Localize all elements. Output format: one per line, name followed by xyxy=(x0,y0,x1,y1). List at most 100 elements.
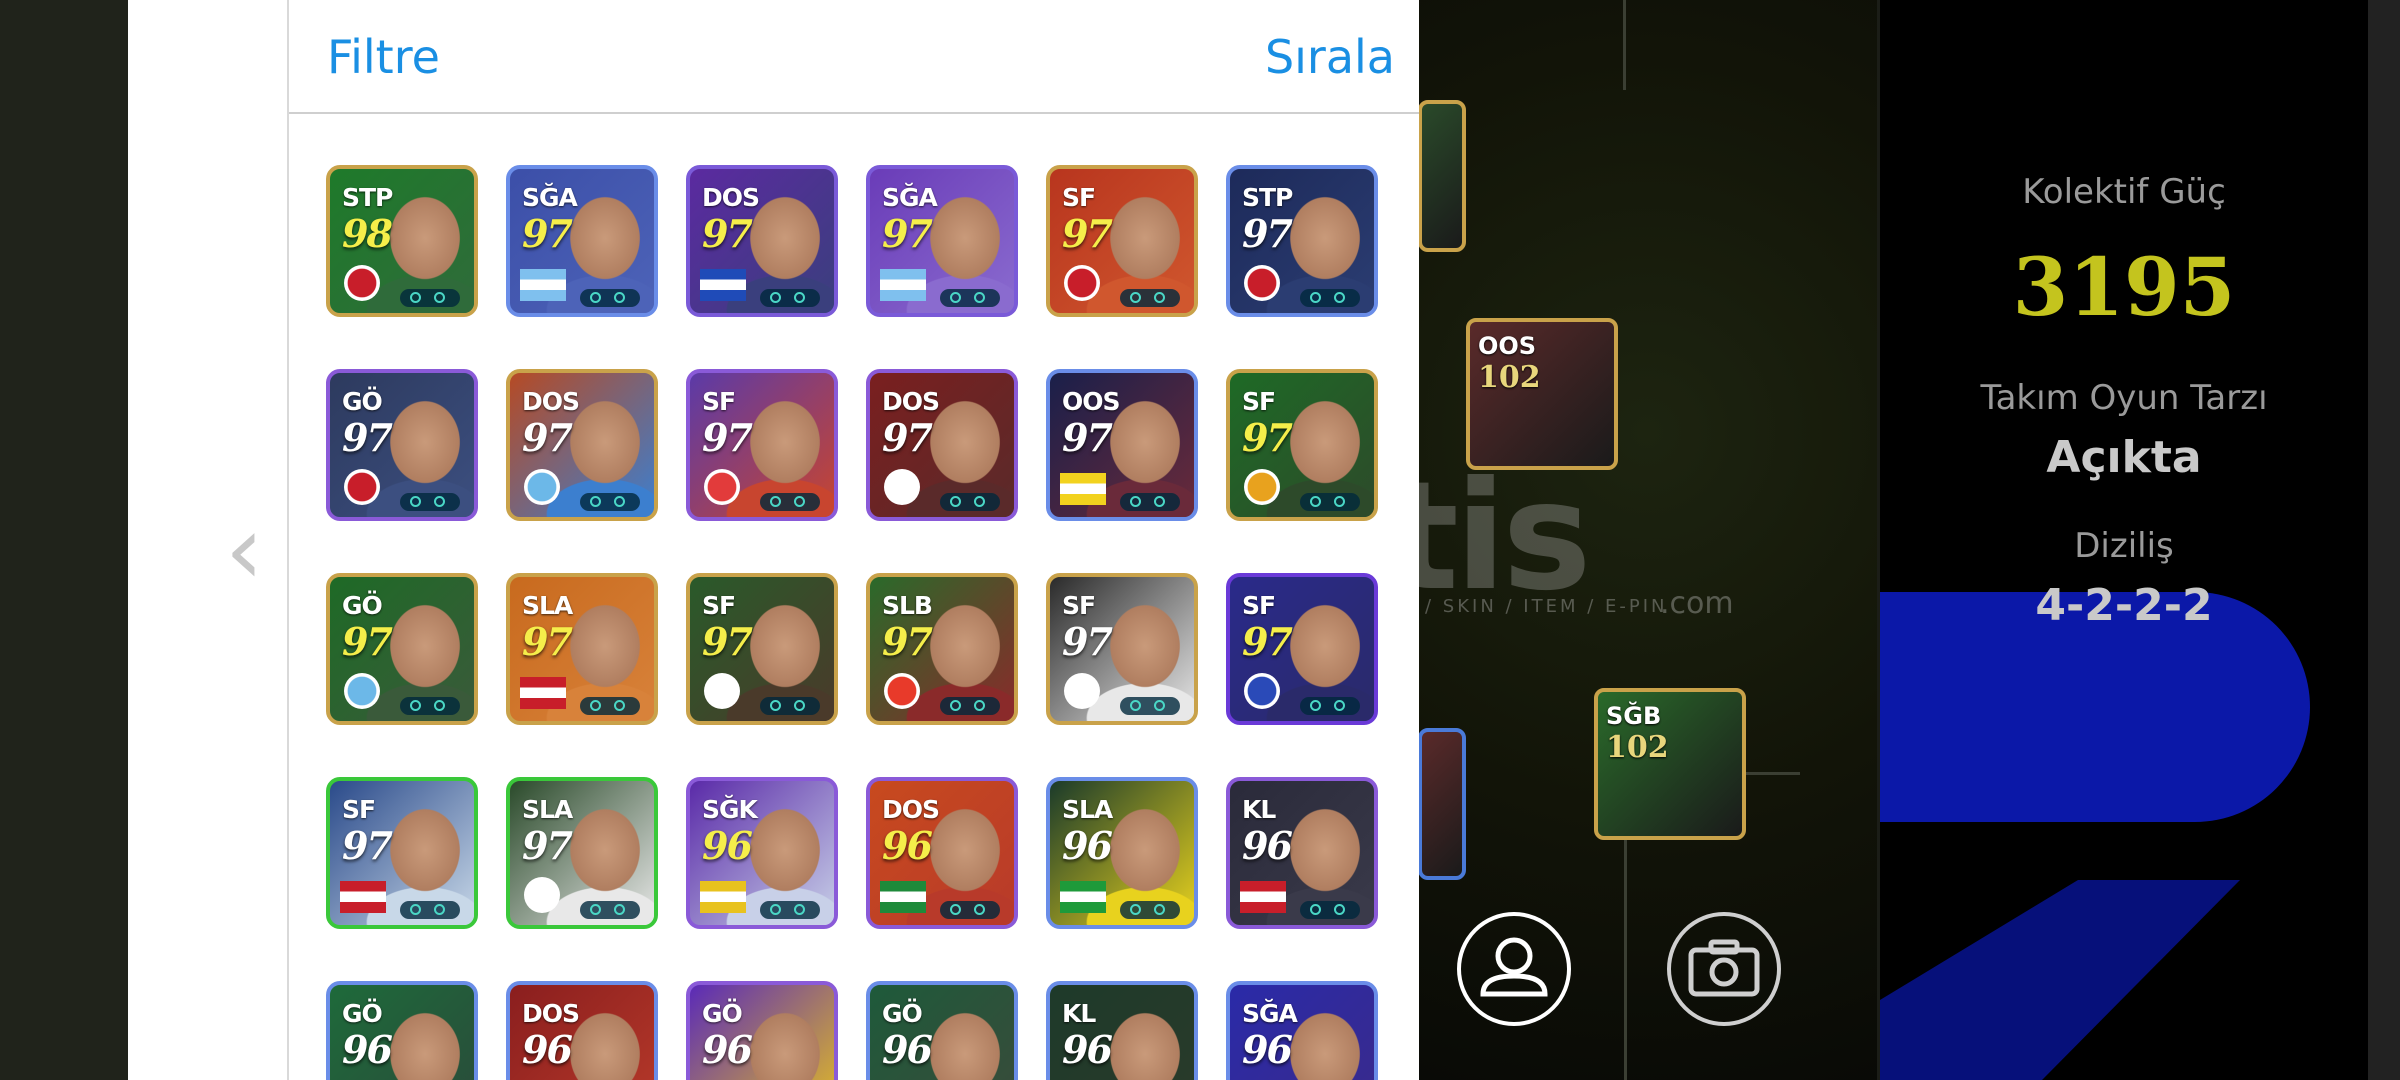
player-position: SLA xyxy=(522,591,573,620)
player-card[interactable]: GÖ 97 xyxy=(326,369,478,521)
nation-flag-icon xyxy=(520,269,566,301)
nation-flag-icon xyxy=(700,881,746,913)
collective-power-label: Kolektif Güç xyxy=(2022,172,2226,212)
club-badge-icon xyxy=(1244,469,1280,505)
player-card[interactable]: SĞA 96 xyxy=(1226,981,1378,1080)
player-position: KL xyxy=(1062,999,1096,1028)
player-card[interactable]: GÖ 96 xyxy=(866,981,1018,1080)
player-card[interactable]: KL 96 xyxy=(1046,981,1198,1080)
card-skill-icon xyxy=(1120,901,1180,919)
card-skill-icon xyxy=(760,697,820,715)
player-card[interactable]: SF 97 xyxy=(1226,369,1378,521)
player-position: SF xyxy=(702,591,736,620)
player-rating: 97 xyxy=(1062,619,1113,664)
card-skill-icon xyxy=(760,901,820,919)
player-card[interactable]: GÖ 96 xyxy=(326,981,478,1080)
player-card[interactable]: SĞA 97 xyxy=(866,165,1018,317)
player-card[interactable]: SLB 97 xyxy=(866,573,1018,725)
player-rating: 97 xyxy=(1062,211,1113,256)
player-rating: 97 xyxy=(1242,619,1293,664)
club-badge-icon xyxy=(704,469,740,505)
player-position: SF xyxy=(1062,183,1096,212)
player-card[interactable]: DOS 97 xyxy=(866,369,1018,521)
back-chevron-icon[interactable]: ‹ xyxy=(225,500,275,600)
card-skill-icon xyxy=(400,493,460,511)
player-card[interactable]: KL 96 xyxy=(1226,777,1378,929)
player-rating: 96 xyxy=(1242,823,1293,868)
player-card[interactable]: OOS 97 xyxy=(1046,369,1198,521)
profile-button[interactable] xyxy=(1457,912,1571,1026)
formation-player-card[interactable]: SĞB 102 xyxy=(1594,688,1746,840)
player-card[interactable]: DOS 96 xyxy=(866,777,1018,929)
formation-player-card[interactable] xyxy=(1418,100,1466,252)
player-card[interactable]: SĞK 96 xyxy=(686,777,838,929)
team-style-label: Takım Oyun Tarzı xyxy=(1980,378,2268,418)
player-card[interactable]: STP 98 xyxy=(326,165,478,317)
formation-label: Diziliş xyxy=(2074,526,2174,566)
player-card[interactable]: SF 97 xyxy=(1046,573,1198,725)
nation-flag-icon xyxy=(880,881,926,913)
club-badge-icon xyxy=(524,469,560,505)
player-rating: 97 xyxy=(702,619,753,664)
player-card[interactable]: SF 97 xyxy=(326,777,478,929)
card-skill-icon xyxy=(940,493,1000,511)
player-position: STP xyxy=(342,183,393,212)
nation-flag-icon xyxy=(1060,881,1106,913)
card-skill-icon xyxy=(580,289,640,307)
player-position: DOS xyxy=(882,387,940,416)
card-skill-icon xyxy=(760,289,820,307)
player-rating: 96 xyxy=(882,823,933,868)
player-position: OOS xyxy=(1062,387,1121,416)
player-card[interactable]: SĞA 97 xyxy=(506,165,658,317)
card-skill-icon xyxy=(1300,289,1360,307)
player-position: GÖ xyxy=(342,387,383,416)
player-rating: 97 xyxy=(522,211,573,256)
player-rating: 98 xyxy=(342,211,393,256)
sort-button[interactable]: Sırala xyxy=(1265,30,1395,84)
player-card[interactable]: GÖ 96 xyxy=(686,981,838,1080)
club-badge-icon xyxy=(704,673,740,709)
player-card[interactable]: SLA 97 xyxy=(506,573,658,725)
player-position: KL xyxy=(1242,795,1276,824)
card-skill-icon xyxy=(400,697,460,715)
formation-value: 4-2-2-2 xyxy=(2035,580,2213,631)
player-position: DOS xyxy=(702,183,760,212)
player-rating: 96 xyxy=(1062,823,1113,868)
player-card[interactable]: SF 97 xyxy=(686,369,838,521)
watermark-domain: .com xyxy=(1660,586,1734,621)
card-skill-icon xyxy=(1300,901,1360,919)
player-card[interactable]: DOS 97 xyxy=(686,165,838,317)
player-rating: 102 xyxy=(1606,730,1669,765)
player-card[interactable]: STP 97 xyxy=(1226,165,1378,317)
card-skill-icon xyxy=(760,493,820,511)
player-position: SĞA xyxy=(882,183,938,212)
card-skill-icon xyxy=(940,289,1000,307)
player-card[interactable]: SLA 96 xyxy=(1046,777,1198,929)
player-card[interactable]: SLA 97 xyxy=(506,777,658,929)
player-position: SF xyxy=(702,387,736,416)
filter-button[interactable]: Filtre xyxy=(327,30,440,84)
player-rating: 96 xyxy=(882,1027,933,1072)
player-rating: 96 xyxy=(702,1027,753,1072)
player-rating: 96 xyxy=(342,1027,393,1072)
formation-player-card[interactable]: OOS 102 xyxy=(1466,318,1618,470)
player-position: GÖ xyxy=(342,591,383,620)
player-rating: 97 xyxy=(882,211,933,256)
player-position: DOS xyxy=(522,999,580,1028)
nation-flag-icon xyxy=(1060,473,1106,505)
player-card[interactable]: DOS 97 xyxy=(506,369,658,521)
player-card[interactable]: SF 97 xyxy=(1226,573,1378,725)
card-skill-icon xyxy=(1120,493,1180,511)
formation-player-card[interactable] xyxy=(1418,728,1466,880)
player-card[interactable]: GÖ 97 xyxy=(326,573,478,725)
right-gutter xyxy=(2368,0,2400,1080)
player-card[interactable]: DOS 96 xyxy=(506,981,658,1080)
player-card[interactable]: SF 97 xyxy=(686,573,838,725)
person-icon xyxy=(1480,937,1548,997)
player-card[interactable]: SF 97 xyxy=(1046,165,1198,317)
player-position: SĞB xyxy=(1606,702,1662,730)
camera-button[interactable] xyxy=(1667,912,1781,1026)
player-position: SLA xyxy=(522,795,573,824)
player-position: OOS xyxy=(1478,332,1537,360)
club-badge-icon xyxy=(884,469,920,505)
